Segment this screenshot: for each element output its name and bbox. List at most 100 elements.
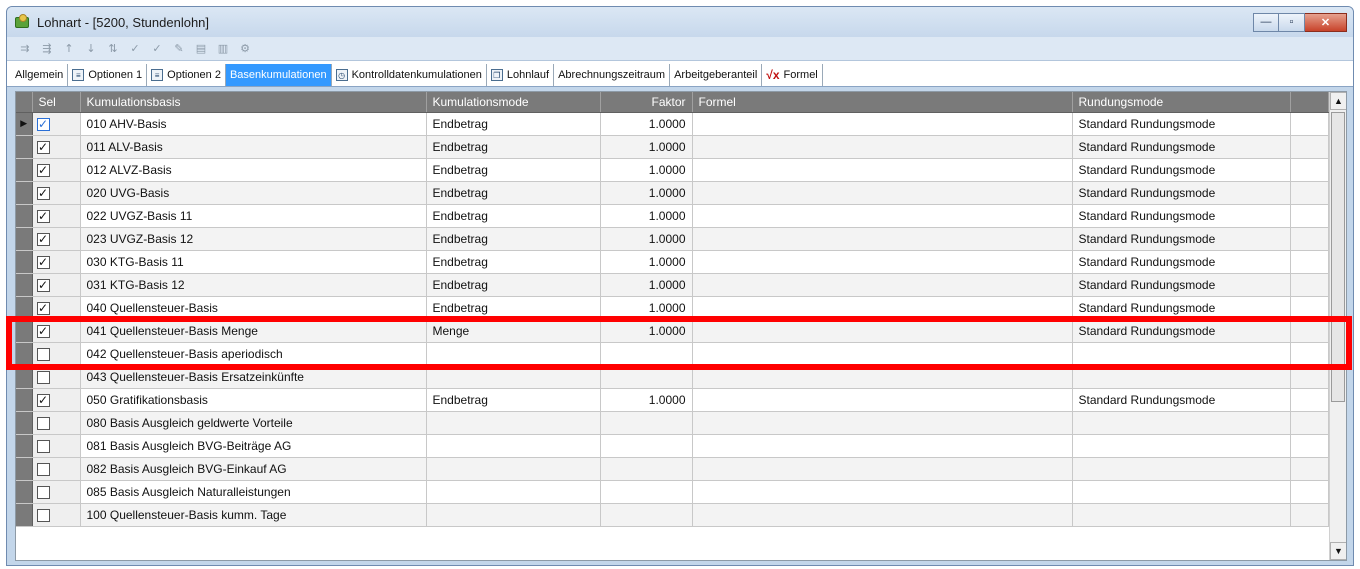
rundungsmode-cell[interactable]	[1072, 480, 1291, 504]
faktor-cell[interactable]	[600, 434, 693, 458]
minimize-button[interactable]: —	[1253, 12, 1279, 32]
tab-basenkumulationen[interactable]: Basenkumulationen	[225, 64, 332, 86]
select-cell[interactable]: ✓	[32, 296, 81, 320]
kumulationsbasis-cell[interactable]: 022 UVGZ-Basis 11	[80, 204, 427, 228]
kumulationsmode-cell[interactable]: Endbetrag	[426, 250, 601, 274]
rundungsmode-cell[interactable]	[1072, 365, 1291, 389]
kumulationsmode-cell[interactable]	[426, 457, 601, 481]
kumulationsbasis-cell[interactable]: 012 ALVZ-Basis	[80, 158, 427, 182]
kumulationsmode-cell[interactable]	[426, 411, 601, 435]
faktor-cell[interactable]: 1.0000	[600, 319, 693, 343]
kumulationsmode-cell[interactable]	[426, 434, 601, 458]
table-row[interactable]: 081 Basis Ausgleich BVG-Beiträge AG	[16, 434, 1329, 458]
column-header-faktor[interactable]: Faktor	[600, 92, 693, 113]
table-row[interactable]: ▶ ✓ 010 AHV-Basis Endbetrag 1.0000 Standard R…	[16, 112, 1329, 136]
select-cell[interactable]	[32, 365, 81, 389]
checkbox-checked[interactable]: ✓	[36, 393, 50, 407]
table-row[interactable]: ✓ 012 ALVZ-Basis Endbetrag 1.0000 Standard R…	[16, 158, 1329, 182]
table-row[interactable]: ✓ 040 Quellensteuer-Basis Endbetrag 1.0000 S…	[16, 296, 1329, 320]
rundungsmode-cell[interactable]	[1072, 503, 1291, 527]
tab-allgemein[interactable]: Allgemein	[11, 64, 69, 86]
maximize-button[interactable]: ▫	[1279, 12, 1305, 32]
kumulationsmode-cell[interactable]	[426, 365, 601, 389]
kumulationsbasis-cell[interactable]: 100 Quellensteuer-Basis kumm. Tage	[80, 503, 427, 527]
kumulationsmode-cell[interactable]: Endbetrag	[426, 135, 601, 159]
column-header-rundungsmode[interactable]: Rundungsmode	[1072, 92, 1291, 113]
select-cell[interactable]	[32, 411, 81, 435]
faktor-cell[interactable]	[600, 411, 693, 435]
kumulationsbasis-cell[interactable]: 023 UVGZ-Basis 12	[80, 227, 427, 251]
faktor-cell[interactable]: 1.0000	[600, 273, 693, 297]
faktor-cell[interactable]: 1.0000	[600, 388, 693, 412]
scroll-thumb[interactable]	[1331, 112, 1345, 402]
kumulationsmode-cell[interactable]: Menge	[426, 319, 601, 343]
kumulationsbasis-cell[interactable]: 081 Basis Ausgleich BVG-Beiträge AG	[80, 434, 427, 458]
kumulationsmode-cell[interactable]: Endbetrag	[426, 227, 601, 251]
table-row[interactable]: ✓ 022 UVGZ-Basis 11 Endbetrag 1.0000 Standar…	[16, 204, 1329, 228]
faktor-cell[interactable]: 1.0000	[600, 204, 693, 228]
checkbox-checked[interactable]: ✓	[36, 163, 50, 177]
formel-cell[interactable]	[692, 388, 1073, 412]
rundungsmode-cell[interactable]: Standard Rundungsmode	[1072, 181, 1291, 205]
kumulationsmode-cell[interactable]: Endbetrag	[426, 204, 601, 228]
table-row[interactable]: ✓ 011 ALV-Basis Endbetrag 1.0000 Standard Ru…	[16, 135, 1329, 159]
kumulationsbasis-cell[interactable]: 040 Quellensteuer-Basis	[80, 296, 427, 320]
select-cell[interactable]	[32, 457, 81, 481]
kumulationsmode-cell[interactable]	[426, 342, 601, 366]
faktor-cell[interactable]: 1.0000	[600, 227, 693, 251]
checkbox-checked[interactable]: ✓	[36, 186, 50, 200]
formel-cell[interactable]	[692, 158, 1073, 182]
table-row[interactable]: 100 Quellensteuer-Basis kumm. Tage	[16, 503, 1329, 527]
move-up-icon[interactable]: ↑	[61, 41, 77, 57]
select-cell[interactable]	[32, 342, 81, 366]
table-row[interactable]: ✓ 023 UVGZ-Basis 12 Endbetrag 1.0000 Standar…	[16, 227, 1329, 251]
checkbox-unchecked[interactable]	[36, 347, 50, 361]
formel-cell[interactable]	[692, 181, 1073, 205]
kumulationsbasis-cell[interactable]: 041 Quellensteuer-Basis Menge	[80, 319, 427, 343]
report-list-icon[interactable]: ▥	[215, 41, 231, 57]
kumulationsbasis-cell[interactable]: 080 Basis Ausgleich geldwerte Vorteile	[80, 411, 427, 435]
select-cell[interactable]: ✓	[32, 158, 81, 182]
formel-cell[interactable]	[692, 457, 1073, 481]
faktor-cell[interactable]	[600, 365, 693, 389]
checkbox-unchecked[interactable]	[36, 370, 50, 384]
tab-optionen-2[interactable]: ≡ Optionen 2	[147, 64, 226, 86]
rundungsmode-cell[interactable]: Standard Rundungsmode	[1072, 112, 1291, 136]
faktor-cell[interactable]: 1.0000	[600, 158, 693, 182]
checkbox-checked[interactable]: ✓	[36, 301, 50, 315]
close-button[interactable]: ✕	[1305, 12, 1347, 32]
faktor-cell[interactable]	[600, 480, 693, 504]
table-row[interactable]: 080 Basis Ausgleich geldwerte Vorteile	[16, 411, 1329, 435]
kumulationsmode-cell[interactable]: Endbetrag	[426, 296, 601, 320]
formel-cell[interactable]	[692, 204, 1073, 228]
formel-cell[interactable]	[692, 434, 1073, 458]
table-row[interactable]: 082 Basis Ausgleich BVG-Einkauf AG	[16, 457, 1329, 481]
kumulationsbasis-cell[interactable]: 042 Quellensteuer-Basis aperiodisch	[80, 342, 427, 366]
formel-cell[interactable]	[692, 342, 1073, 366]
tab-arbeitgeberanteil[interactable]: Arbeitgeberanteil	[670, 64, 763, 86]
checkbox-checked[interactable]: ✓	[36, 278, 50, 292]
kumulationsmode-cell[interactable]: Endbetrag	[426, 388, 601, 412]
formel-cell[interactable]	[692, 112, 1073, 136]
faktor-cell[interactable]	[600, 503, 693, 527]
select-cell[interactable]: ✓	[32, 135, 81, 159]
checkbox-checked[interactable]: ✓	[36, 140, 50, 154]
column-header-formel[interactable]: Formel	[692, 92, 1073, 113]
kumulationsbasis-cell[interactable]: 020 UVG-Basis	[80, 181, 427, 205]
table-row[interactable]: ✓ 030 KTG-Basis 11 Endbetrag 1.0000 Standard…	[16, 250, 1329, 274]
edit-icon[interactable]: ✎	[171, 41, 187, 57]
kumulationsmode-cell[interactable]: Endbetrag	[426, 273, 601, 297]
faktor-cell[interactable]: 1.0000	[600, 135, 693, 159]
formel-cell[interactable]	[692, 411, 1073, 435]
vertical-scrollbar[interactable]: ▲ ▼	[1329, 92, 1346, 560]
tab-formel[interactable]: √x Formel	[762, 64, 823, 86]
tab-lohnlauf[interactable]: ❐ Lohnlauf	[486, 64, 555, 86]
checkbox-checked[interactable]: ✓	[36, 324, 50, 338]
kumulationsmode-cell[interactable]	[426, 480, 601, 504]
select-cell[interactable]	[32, 480, 81, 504]
kumulationsmode-cell[interactable]: Endbetrag	[426, 181, 601, 205]
column-header-kumulationsmode[interactable]: Kumulationsmode	[426, 92, 601, 113]
rundungsmode-cell[interactable]	[1072, 411, 1291, 435]
formel-cell[interactable]	[692, 365, 1073, 389]
select-cell[interactable]: ✓	[32, 273, 81, 297]
